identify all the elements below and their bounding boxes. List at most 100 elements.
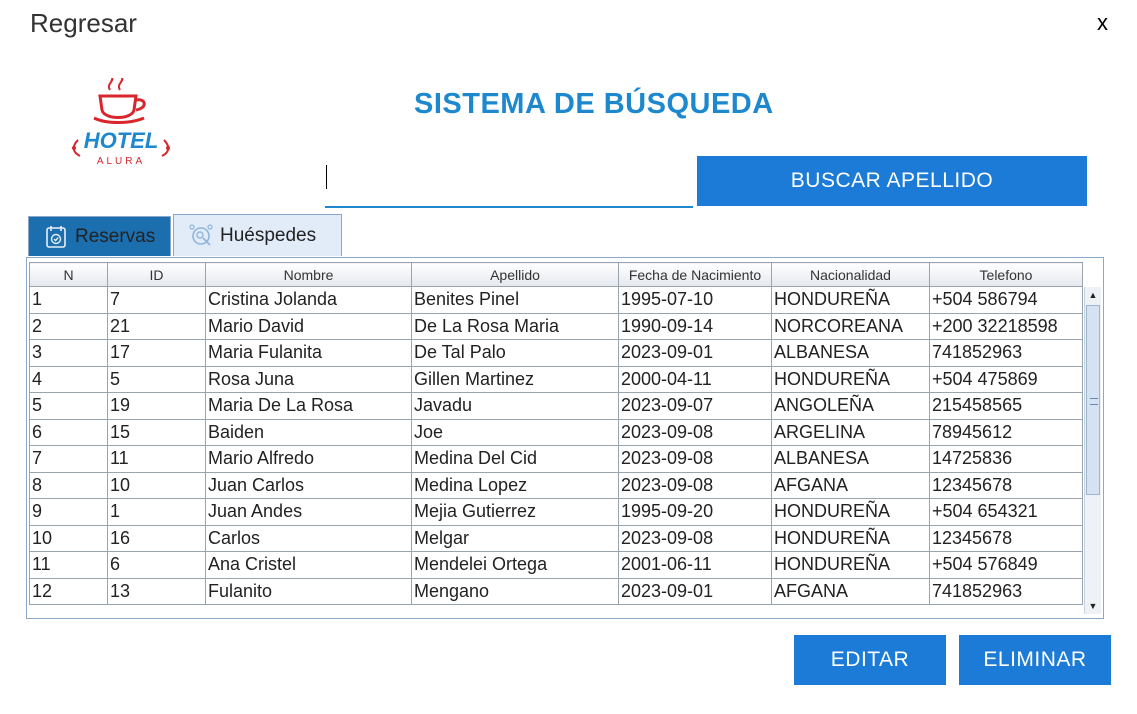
table-row[interactable]: 12 13 Fulanito Mengano 2023-09-01 AFGANA 74185…: [29, 577, 1083, 605]
table-cell[interactable]: Mendelei Ortega: [411, 551, 619, 579]
table-cell[interactable]: 9: [29, 498, 108, 526]
table-cell[interactable]: +504 475869: [929, 365, 1083, 393]
table-cell[interactable]: HONDUREÑA: [771, 524, 930, 552]
table-cell[interactable]: 2: [29, 312, 108, 340]
close-button[interactable]: x: [1097, 10, 1108, 36]
table-cell[interactable]: 2023-09-01: [618, 577, 772, 605]
table-cell[interactable]: Mario David: [205, 312, 412, 340]
table-cell[interactable]: Mario Alfredo: [205, 445, 412, 473]
table-cell[interactable]: ALBANESA: [771, 339, 930, 367]
table-cell[interactable]: HONDUREÑA: [771, 365, 930, 393]
table-cell[interactable]: 6: [107, 551, 206, 579]
table-cell[interactable]: +200 32218598: [929, 312, 1083, 340]
table-cell[interactable]: Maria Fulanita: [205, 339, 412, 367]
table-cell[interactable]: 8: [29, 471, 108, 499]
scroll-down-icon[interactable]: ▼: [1085, 598, 1101, 614]
table-cell[interactable]: Joe: [411, 418, 619, 446]
table-row[interactable]: 2 21 Mario David De La Rosa Maria 1990-09-14…: [29, 312, 1083, 340]
table-cell[interactable]: De Tal Palo: [411, 339, 619, 367]
table-cell[interactable]: Medina Lopez: [411, 471, 619, 499]
vertical-scrollbar[interactable]: ▲ ▼: [1084, 287, 1101, 614]
column-header[interactable]: Fecha de Nacimiento: [618, 262, 772, 287]
table-cell[interactable]: ARGELINA: [771, 418, 930, 446]
table-cell[interactable]: 5: [107, 365, 206, 393]
table-cell[interactable]: Fulanito: [205, 577, 412, 605]
table-row[interactable]: 3 17 Maria Fulanita De Tal Palo 2023-09-01 AL…: [29, 339, 1083, 367]
table-cell[interactable]: AFGANA: [771, 471, 930, 499]
table-cell[interactable]: Juan Andes: [205, 498, 412, 526]
table-cell[interactable]: Javadu: [411, 392, 619, 420]
table-cell[interactable]: Melgar: [411, 524, 619, 552]
table-cell[interactable]: 7: [29, 445, 108, 473]
table-cell[interactable]: +504 576849: [929, 551, 1083, 579]
delete-button[interactable]: ELIMINAR: [959, 635, 1111, 685]
table-cell[interactable]: 2000-04-11: [618, 365, 772, 393]
table-cell[interactable]: Rosa Juna: [205, 365, 412, 393]
table-cell[interactable]: 2023-09-07: [618, 392, 772, 420]
table-cell[interactable]: 2023-09-08: [618, 524, 772, 552]
table-cell[interactable]: 1995-07-10: [618, 286, 772, 314]
table-cell[interactable]: AFGANA: [771, 577, 930, 605]
table-cell[interactable]: 10: [29, 524, 108, 552]
column-header[interactable]: N: [29, 262, 108, 287]
table-cell[interactable]: 5: [29, 392, 108, 420]
table-cell[interactable]: 6: [29, 418, 108, 446]
table-cell[interactable]: 17: [107, 339, 206, 367]
table-cell[interactable]: HONDUREÑA: [771, 498, 930, 526]
table-cell[interactable]: Cristina Jolanda: [205, 286, 412, 314]
table-cell[interactable]: 741852963: [929, 339, 1083, 367]
table-cell[interactable]: 78945612: [929, 418, 1083, 446]
table-cell[interactable]: Ana Cristel: [205, 551, 412, 579]
table-cell[interactable]: ANGOLEÑA: [771, 392, 930, 420]
table-cell[interactable]: 13: [107, 577, 206, 605]
table-cell[interactable]: 2023-09-08: [618, 418, 772, 446]
table-cell[interactable]: 741852963: [929, 577, 1083, 605]
table-cell[interactable]: 2023-09-08: [618, 445, 772, 473]
search-input[interactable]: [325, 160, 693, 208]
table-row[interactable]: 11 6 Ana Cristel Mendelei Ortega 2001-06-11 H…: [29, 551, 1083, 579]
column-header[interactable]: Nacionalidad: [771, 262, 930, 287]
table-cell[interactable]: 1: [107, 498, 206, 526]
table-cell[interactable]: 19: [107, 392, 206, 420]
table-row[interactable]: 9 1 Juan Andes Mejia Gutierrez 1995-09-20 HON…: [29, 498, 1083, 526]
table-row[interactable]: 7 11 Mario Alfredo Medina Del Cid 2023-09-08…: [29, 445, 1083, 473]
table-cell[interactable]: Medina Del Cid: [411, 445, 619, 473]
edit-button[interactable]: EDITAR: [794, 635, 946, 685]
table-cell[interactable]: 10: [107, 471, 206, 499]
tab-huespedes[interactable]: Huéspedes: [173, 214, 342, 256]
column-header[interactable]: Apellido: [411, 262, 619, 287]
table-cell[interactable]: Maria De La Rosa: [205, 392, 412, 420]
scroll-up-icon[interactable]: ▲: [1085, 287, 1101, 303]
back-link[interactable]: Regresar: [30, 8, 137, 39]
table-row[interactable]: 4 5 Rosa Juna Gillen Martinez 2000-04-11 HOND…: [29, 365, 1083, 393]
search-button[interactable]: BUSCAR APELLIDO: [697, 156, 1087, 206]
column-header[interactable]: Telefono: [929, 262, 1083, 287]
table-cell[interactable]: Benites Pinel: [411, 286, 619, 314]
table-cell[interactable]: Gillen Martinez: [411, 365, 619, 393]
table-cell[interactable]: 15: [107, 418, 206, 446]
column-header[interactable]: Nombre: [205, 262, 412, 287]
table-cell[interactable]: 12: [29, 577, 108, 605]
table-cell[interactable]: 16: [107, 524, 206, 552]
table-cell[interactable]: 21: [107, 312, 206, 340]
table-cell[interactable]: ALBANESA: [771, 445, 930, 473]
table-cell[interactable]: 11: [107, 445, 206, 473]
table-cell[interactable]: +504 654321: [929, 498, 1083, 526]
table-cell[interactable]: Mengano: [411, 577, 619, 605]
table-cell[interactable]: Juan Carlos: [205, 471, 412, 499]
table-cell[interactable]: Carlos: [205, 524, 412, 552]
table-cell[interactable]: 7: [107, 286, 206, 314]
table-cell[interactable]: 1: [29, 286, 108, 314]
table-row[interactable]: 6 15 Baiden Joe 2023-09-08 ARGELINA 78945612: [29, 418, 1083, 446]
table-cell[interactable]: 11: [29, 551, 108, 579]
table-cell[interactable]: 3: [29, 339, 108, 367]
table-cell[interactable]: +504 586794: [929, 286, 1083, 314]
table-row[interactable]: 5 19 Maria De La Rosa Javadu 2023-09-07 ANGOL…: [29, 392, 1083, 420]
table-cell[interactable]: 12345678: [929, 471, 1083, 499]
table-cell[interactable]: 12345678: [929, 524, 1083, 552]
table-cell[interactable]: 1995-09-20: [618, 498, 772, 526]
table-row[interactable]: 10 16 Carlos Melgar 2023-09-08 HONDUREÑA 12345…: [29, 524, 1083, 552]
table-cell[interactable]: 2023-09-08: [618, 471, 772, 499]
table-cell[interactable]: 2023-09-01: [618, 339, 772, 367]
table-row[interactable]: 1 7 Cristina Jolanda Benites Pinel 1995-07-1…: [29, 286, 1083, 314]
